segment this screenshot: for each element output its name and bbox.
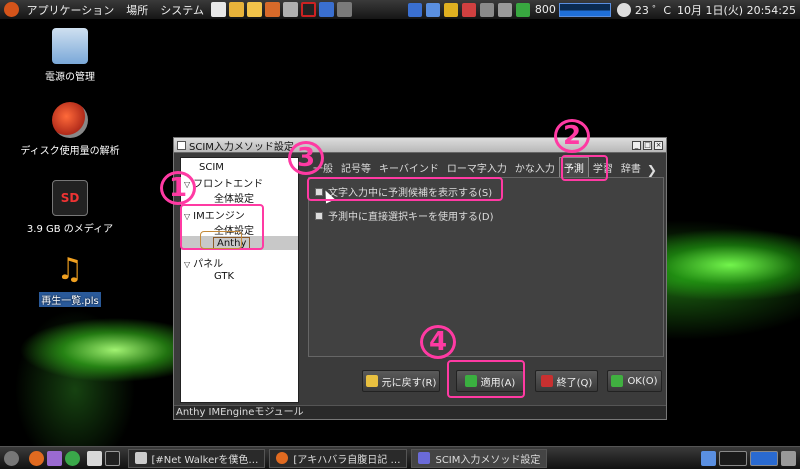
tree-item-frontend-global[interactable]: 全体設定 [214, 190, 254, 205]
quit-button[interactable]: 終了(Q) [535, 370, 598, 392]
desktop-icon-power-manager[interactable]: 電源の管理 [10, 28, 130, 83]
trash-icon[interactable] [781, 450, 796, 466]
direct-select-checkbox[interactable] [315, 211, 323, 220]
taskbar-item-akihabara[interactable]: [アキハバラ自腹日記 … [269, 448, 408, 468]
power-icon[interactable] [4, 450, 19, 466]
desktop-icon-label: ディスク使用量の解析 [20, 146, 120, 157]
desktop-icon-sd-media[interactable]: SD 3.9 GB のメディア [10, 180, 130, 235]
music-note-icon: ♫ [56, 252, 84, 287]
show-desktop-icon[interactable] [701, 450, 716, 466]
firefox-icon[interactable] [28, 450, 44, 466]
desktop-icon-label: 電源の管理 [45, 72, 95, 83]
taskbar-item-scim[interactable]: SCIM入力メソッド設定 [411, 448, 548, 468]
ubuntu-logo-icon[interactable] [4, 2, 19, 17]
ok-arrow-icon [611, 375, 624, 387]
taskbar-item-netwalker[interactable]: [#Net Walkerを僕色… [127, 448, 266, 468]
tab-scroll-right-icon[interactable]: ❯ [645, 163, 659, 177]
prediction-settings-panel: 文字入力中に予測候補を表示する(S) 予測中に直接選択キーを使用する(D) [308, 177, 664, 357]
net-monitor-icon [515, 2, 530, 17]
tab-kana[interactable]: かな入力 [511, 158, 559, 177]
clock[interactable]: 10月 1日(火) 20:54:25 [677, 2, 796, 18]
places-menu[interactable]: 場所 [120, 2, 154, 18]
net-speed-value: 800 [534, 3, 556, 16]
bottom-panel: [#Net Walkerを僕色… [アキハバラ自腹日記 … SCIM入力メソッド… [0, 446, 800, 469]
desktop-icon-playlist[interactable]: ♫ 再生一覧.pls [10, 252, 130, 307]
annotation-highlight-anthy [200, 231, 242, 249]
tab-symbols[interactable]: 記号等 [337, 158, 375, 177]
accessibility-icon[interactable] [319, 2, 335, 17]
system-menu[interactable]: システム [154, 2, 210, 18]
workspace-1-icon[interactable] [719, 450, 747, 466]
ok-button[interactable]: OK(O) [607, 370, 662, 392]
window-title: SCIM入力メソッド設定 [189, 141, 294, 153]
revert-icon [365, 375, 378, 387]
quit-icon [540, 375, 553, 387]
volume-icon[interactable] [497, 2, 512, 17]
text-editor-icon[interactable] [211, 2, 227, 17]
annotation-number-1: 1 [160, 171, 196, 205]
annotation-highlight-apply [447, 360, 525, 398]
revert-button[interactable]: 元に戻す(R) [362, 370, 440, 392]
net-graph [558, 2, 611, 17]
desktop-icon-label: 3.9 GB のメディア [26, 224, 114, 235]
annotation-highlight-option [307, 177, 503, 201]
desktop-icon-label: 再生一覧.pls [39, 292, 101, 307]
tree-item-gtk[interactable]: GTK [214, 271, 234, 282]
annotation-number-3: 3 [288, 141, 324, 175]
network-icon[interactable] [425, 2, 440, 17]
annotation-number-2: 2 [554, 119, 590, 153]
tree-item-scim[interactable]: SCIM [199, 162, 224, 173]
tab-romaji[interactable]: ローマ字入力 [443, 158, 511, 177]
settings-icon[interactable] [337, 2, 353, 17]
terminal-icon[interactable] [105, 450, 120, 466]
top-panel: アプリケーション 場所 システム 800 23 ゜C 10月 1日(火) 20:… [0, 0, 800, 20]
direct-select-label: 予測中に直接選択キーを使用する(D) [328, 212, 494, 223]
expander-icon[interactable]: ▽ [184, 260, 190, 269]
status-bar: Anthy IMEngineモジュール [174, 405, 666, 419]
annotation-highlight-tab [561, 155, 608, 181]
sd-card-icon: SD [52, 180, 88, 216]
window-titlebar[interactable]: SCIM入力メソッド設定 _ □ × [174, 138, 666, 153]
weather-icon [616, 2, 631, 17]
tree-item-panel[interactable]: ▽ パネル [184, 255, 223, 270]
power-plug-icon [52, 28, 88, 64]
applications-menu[interactable]: アプリケーション [21, 2, 121, 18]
close-button[interactable]: × [654, 140, 663, 150]
annotation-number-4: 4 [420, 325, 456, 359]
battery-icon[interactable] [479, 2, 494, 17]
scim-icon [418, 452, 431, 464]
tab-bar: 一般 記号等 キーバインド ローマ字入力 かな入力 予測 学習 辞書 ❯ [309, 157, 664, 177]
update-icon[interactable] [461, 2, 476, 17]
direct-select-option[interactable]: 予測中に直接選択キーを使用する(D) [315, 208, 494, 223]
image-icon[interactable] [283, 2, 299, 17]
tab-key-binding[interactable]: キーバインド [375, 158, 443, 177]
pidgin-icon[interactable] [46, 450, 62, 466]
desktop-icon-disk-usage[interactable]: ディスク使用量の解析 [10, 102, 130, 157]
settings-tree: SCIM ▽ フロントエンド 全体設定 ▽ IMエンジン 全体設定 Anthy ▽ パ… [180, 157, 299, 403]
chrome-icon[interactable] [64, 450, 80, 466]
tab-dictionary[interactable]: 辞書 [617, 158, 645, 177]
search-icon[interactable] [265, 2, 281, 17]
workspace-2-icon[interactable] [750, 450, 778, 466]
minimize-button[interactable]: _ [632, 140, 641, 150]
notes-icon[interactable] [87, 450, 102, 466]
crown-icon[interactable] [443, 2, 458, 17]
mail-icon[interactable] [247, 2, 263, 17]
window-menu-icon[interactable] [177, 140, 186, 150]
firefox-small-icon [276, 452, 289, 464]
folder-icon[interactable] [229, 2, 245, 17]
signal-strength-icon[interactable] [407, 2, 422, 17]
temperature-value: 23 ゜C [634, 3, 672, 17]
disk-usage-icon [52, 102, 88, 138]
maximize-button[interactable]: □ [643, 140, 652, 150]
record-icon[interactable] [301, 2, 317, 17]
document-icon [134, 452, 147, 464]
